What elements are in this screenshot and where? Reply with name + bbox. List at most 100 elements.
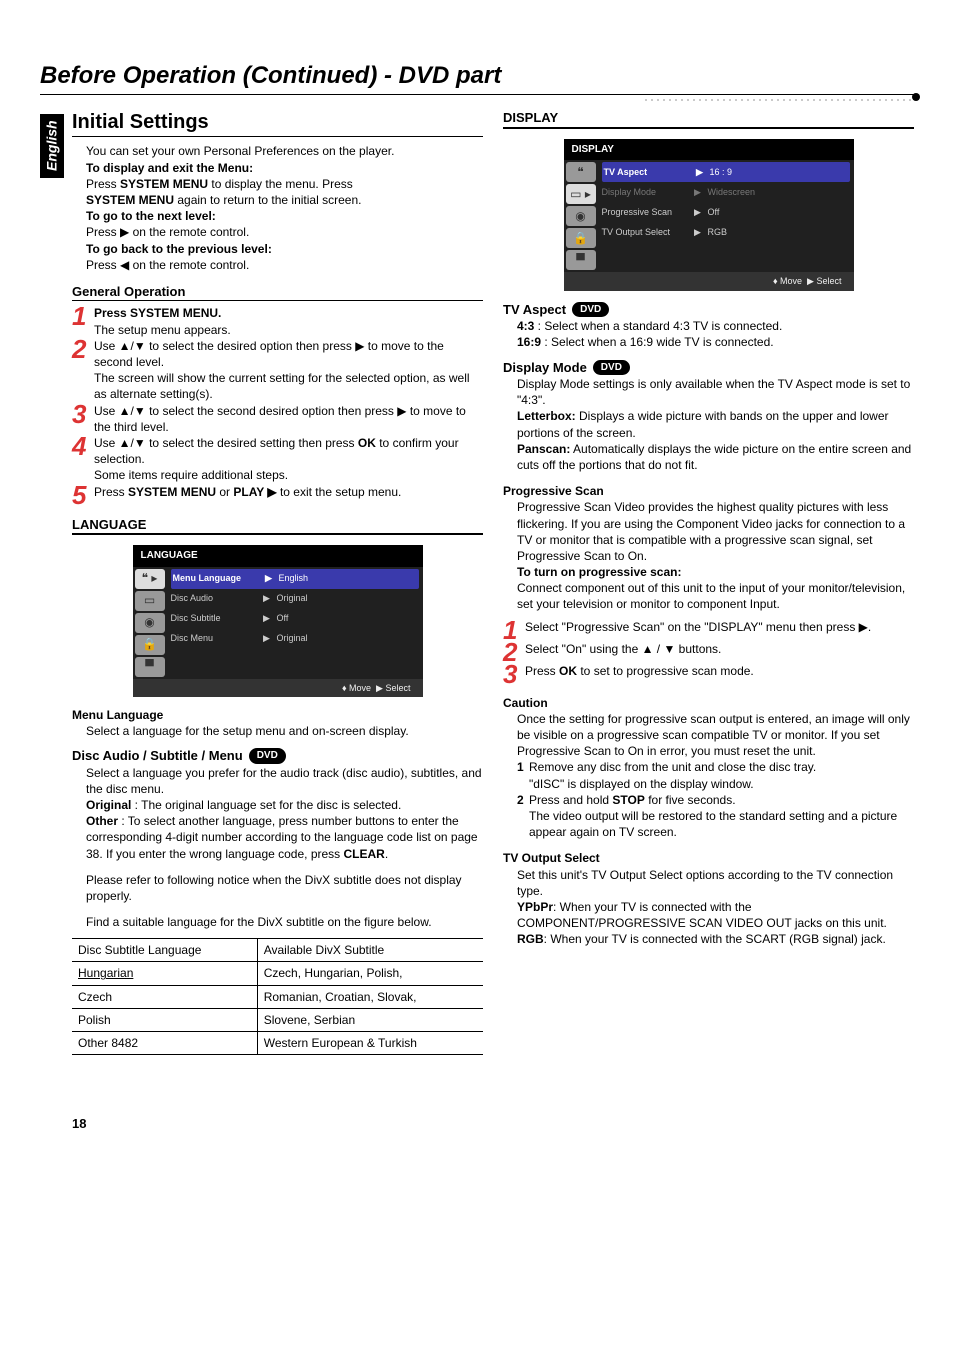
pstep-1: 1 Select "Progressive Scan" on the "DISP…: [503, 619, 914, 641]
table-row: PolishSlovene, Serbian: [72, 1008, 483, 1031]
table-row: Other 8482Western European & Turkish: [72, 1032, 483, 1055]
tvaspect-head: TV Aspect DVD: [503, 301, 914, 319]
step-1: 1 Press SYSTEM MENU. The setup menu appe…: [72, 305, 483, 337]
menu-row: TV Output Select▶RGB: [602, 222, 850, 242]
table-head-1: Disc Subtitle Language: [72, 939, 257, 962]
caution-2c: The video output will be restored to the…: [529, 808, 914, 840]
divx-find: Find a suitable language for the DivX su…: [86, 914, 483, 930]
right-column: DISPLAY DISPLAY ❝ ▭ ▸ ◉ 🔒 ▀ TV Aspect▶16…: [503, 109, 914, 1132]
intro-display-exit: To display and exit the Menu:: [86, 160, 483, 176]
step-number: 2: [72, 338, 88, 403]
chapter-title: Before Operation (Continued) - DVD part: [40, 60, 914, 95]
caution-1b: "dISC" is displayed on the display windo…: [529, 776, 914, 792]
section-title: Initial Settings: [72, 109, 483, 137]
displaymode-head: Display Mode DVD: [503, 359, 914, 377]
step-number: 1: [72, 305, 88, 337]
step5: Press SYSTEM MENU or PLAY ▶ to exit the …: [94, 484, 483, 506]
others-icon: ▀: [566, 250, 596, 270]
disc-audio-head: Disc Audio / Subtitle / Menu DVD: [72, 747, 483, 765]
menu-row: Menu Language▶English: [171, 569, 419, 589]
menu-footer: ♦ Move ▶ Select: [564, 272, 854, 290]
progscan-p2: Connect component out of this unit to th…: [517, 580, 914, 612]
page-number: 18: [72, 1115, 483, 1133]
panscan-line: Panscan: Automatically displays the wide…: [517, 441, 914, 473]
intro-next-level: To go to the next level:: [86, 208, 483, 224]
pstep1-body: Select "Progressive Scan" on the "DISPLA…: [525, 619, 914, 641]
dvd-badge: DVD: [249, 748, 286, 764]
menu-row: Disc Audio▶Original: [171, 589, 419, 609]
step-number: 5: [72, 484, 88, 506]
menu-language-head: Menu Language: [72, 707, 483, 723]
intro-p4: SYSTEM MENU again to return to the initi…: [86, 192, 483, 208]
step2-b: The screen will show the current setting…: [94, 370, 483, 402]
decorative-dots: [643, 97, 914, 101]
step2-a: Use ▲/▼ to select the desired option the…: [94, 338, 483, 370]
step-4: 4 Use ▲/▼ to select the desired setting …: [72, 435, 483, 484]
general-operation-head: General Operation: [72, 283, 483, 302]
table-row: HungarianCzech, Hungarian, Polish,: [72, 962, 483, 985]
menu-row: Progressive Scan▶Off: [602, 202, 850, 222]
step1-a: Press SYSTEM MENU.: [94, 305, 483, 321]
tvaspect-43: 4:3 : Select when a standard 4:3 TV is c…: [517, 318, 914, 334]
intro-prev-level: To go back to the previous level:: [86, 241, 483, 257]
pstep2-body: Select "On" using the ▲ / ▼ buttons.: [525, 641, 914, 663]
speech-icon: ❝: [566, 162, 596, 182]
step-2: 2 Use ▲/▼ to select the desired option t…: [72, 338, 483, 403]
caution-p: Once the setting for progressive scan ou…: [517, 711, 914, 760]
pstep-3: 3 Press OK to set to progressive scan mo…: [503, 663, 914, 685]
progscan-head: Progressive Scan: [503, 483, 914, 499]
menu-row: Disc Subtitle▶Off: [171, 609, 419, 629]
letterbox-line: Letterbox: Displays a wide picture with …: [517, 408, 914, 440]
menu-language-p: Select a language for the setup menu and…: [86, 723, 483, 739]
language-menu-screenshot: LANGUAGE ❝ ▸ ▭ ◉ 🔒 ▀ Menu Language▶Engli…: [133, 545, 423, 697]
display-menu-screenshot: DISPLAY ❝ ▭ ▸ ◉ 🔒 ▀ TV Aspect▶16 : 9 Dis…: [564, 139, 854, 291]
tvaspect-169: 16:9 : Select when a 16:9 wide TV is con…: [517, 334, 914, 350]
rgb-line: RGB: When your TV is connected with the …: [517, 931, 914, 947]
original-line: Original : The original language set for…: [86, 797, 483, 813]
left-column: Initial Settings You can set your own Pe…: [72, 109, 483, 1132]
step3: Use ▲/▼ to select the second desired opt…: [94, 403, 483, 435]
ypbpr-line: YPbPr: When your TV is connected with th…: [517, 899, 914, 931]
table-row: CzechRomanian, Croatian, Slovak,: [72, 985, 483, 1008]
others-icon: ▀: [135, 657, 165, 677]
disc-audio-p1: Select a language you prefer for the aud…: [86, 765, 483, 797]
step-number: 4: [72, 435, 88, 484]
step-3: 3 Use ▲/▼ to select the second desired o…: [72, 403, 483, 435]
menu-footer: ♦ Move ▶ Select: [133, 679, 423, 697]
subtitle-table: Disc Subtitle Language Available DivX Su…: [72, 938, 483, 1055]
tvout-p: Set this unit's TV Output Select options…: [517, 867, 914, 899]
display-icon: ▭: [135, 591, 165, 611]
dvd-badge: DVD: [593, 360, 630, 376]
display-head: DISPLAY: [503, 109, 914, 129]
caution-1: 1Remove any disc from the unit and close…: [517, 759, 914, 775]
display-icon: ▭ ▸: [566, 184, 596, 204]
menu-row: TV Aspect▶16 : 9: [602, 162, 850, 182]
speech-icon: ❝ ▸: [135, 569, 165, 589]
progscan-p1: Progressive Scan Video provides the high…: [517, 499, 914, 564]
step4-a: Use ▲/▼ to select the desired setting th…: [94, 435, 483, 467]
table-header-row: Disc Subtitle Language Available DivX Su…: [72, 939, 483, 962]
intro-p3: Press SYSTEM MENU to display the menu. P…: [86, 176, 483, 192]
progscan-turn: To turn on progressive scan:: [517, 564, 914, 580]
language-tab: English: [40, 114, 64, 178]
audio-icon: ◉: [135, 613, 165, 633]
divx-notice: Please refer to following notice when th…: [86, 872, 483, 904]
dvd-badge: DVD: [572, 302, 609, 318]
audio-icon: ◉: [566, 206, 596, 226]
language-head: LANGUAGE: [72, 516, 483, 536]
step1-b: The setup menu appears.: [94, 322, 483, 338]
caution-head: Caution: [503, 695, 914, 711]
table-head-2: Available DivX Subtitle: [257, 939, 483, 962]
caution-2: 2Press and hold STOP for five seconds.: [517, 792, 914, 808]
pstep-2: 2 Select "On" using the ▲ / ▼ buttons.: [503, 641, 914, 663]
lock-icon: 🔒: [135, 635, 165, 655]
lock-icon: 🔒: [566, 228, 596, 248]
menu-title: DISPLAY: [564, 139, 854, 161]
tvout-head: TV Output Select: [503, 850, 914, 866]
other-line: Other : To select another language, pres…: [86, 813, 483, 862]
step-5: 5 Press SYSTEM MENU or PLAY ▶ to exit th…: [72, 484, 483, 506]
menu-row: Display Mode▶Widescreen: [602, 182, 850, 202]
step-number: 3: [503, 663, 519, 685]
intro-p1: You can set your own Personal Preference…: [86, 143, 483, 159]
menu-row: Disc Menu▶Original: [171, 629, 419, 649]
